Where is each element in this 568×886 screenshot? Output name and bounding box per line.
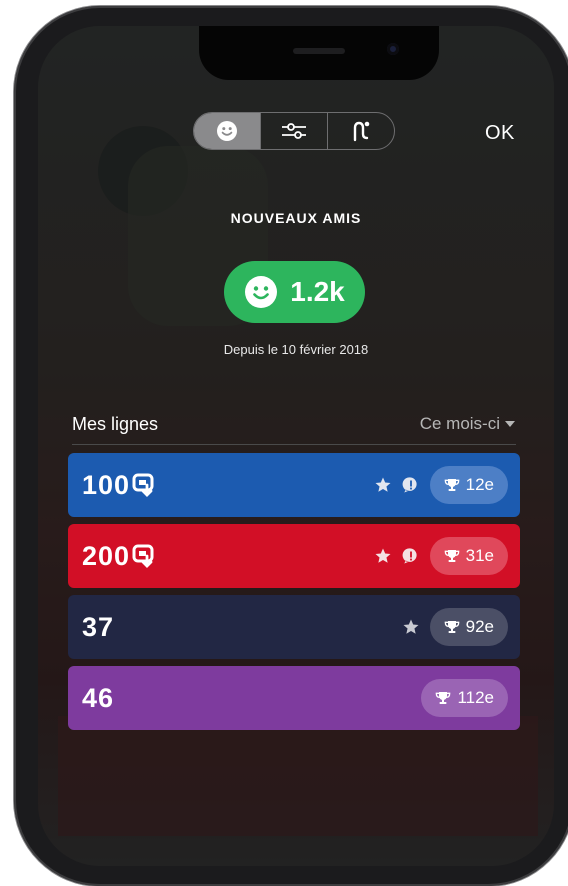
line-number: 46: [82, 683, 114, 714]
alert-icon[interactable]: [402, 476, 420, 494]
rank-text: 31e: [465, 546, 494, 565]
line-number: 200: [82, 541, 158, 572]
period-dropdown[interactable]: Ce mois-ci: [420, 414, 516, 434]
rank-badge[interactable]: 12e: [429, 466, 508, 504]
rank-text: 12e: [465, 475, 494, 494]
since-date: Depuis le 10 février 2018: [223, 342, 369, 357]
segment-friends[interactable]: [194, 113, 260, 149]
my-lines-header: Mes lignes: [72, 414, 159, 434]
chevron-down-icon: [505, 421, 515, 427]
line-number-text: 200: [82, 540, 131, 571]
route-icon: [353, 121, 370, 142]
rank-badge[interactable]: 31e: [429, 537, 508, 575]
line-number: 37: [82, 612, 114, 643]
trophy-icon: [444, 479, 459, 491]
rank-badge[interactable]: 112e: [421, 679, 508, 717]
smiley-icon: [217, 121, 237, 141]
connection-icon: [132, 473, 154, 497]
rank-badge[interactable]: 92e: [429, 608, 508, 646]
connection-icon: [132, 544, 154, 568]
favorite-star-icon[interactable]: [374, 547, 392, 565]
speaker: [293, 48, 345, 54]
view-segmented-control: [193, 112, 395, 150]
screen: OK NOUVEAUX AMIS 1.2k Depuis le 10 févri…: [38, 26, 554, 866]
divider: [72, 444, 516, 445]
overlay-dim: [38, 26, 554, 866]
line-number: 100: [82, 470, 158, 501]
segment-route[interactable]: [327, 113, 394, 149]
line-row-200[interactable]: 200 31e: [68, 524, 520, 588]
line-number-text: 46: [82, 682, 115, 713]
friends-count-badge[interactable]: 1.2k: [224, 261, 365, 323]
front-camera: [387, 43, 399, 55]
line-row-46[interactable]: 46 112e: [68, 666, 520, 730]
ok-button[interactable]: OK: [485, 122, 515, 145]
sliders-icon: [282, 123, 306, 139]
segment-settings[interactable]: [260, 113, 327, 149]
line-row-100[interactable]: 100 12e: [68, 453, 520, 517]
section-title: NOUVEAUX AMIS: [230, 210, 362, 226]
rank-text: 92e: [465, 617, 494, 636]
line-number-text: 37: [82, 611, 115, 642]
trophy-icon: [444, 550, 459, 562]
notch: [199, 26, 439, 80]
friends-count: 1.2k: [290, 276, 345, 307]
line-number-text: 100: [82, 469, 131, 500]
trophy-icon: [436, 692, 451, 704]
trophy-icon: [444, 621, 459, 633]
favorite-star-icon[interactable]: [402, 618, 420, 636]
smiley-icon: [245, 276, 278, 308]
rank-text: 112e: [457, 688, 494, 707]
favorite-star-icon[interactable]: [374, 476, 392, 494]
alert-icon[interactable]: [402, 547, 420, 565]
line-row-37[interactable]: 37 92e: [68, 595, 520, 659]
period-label: Ce mois-ci: [419, 414, 500, 433]
